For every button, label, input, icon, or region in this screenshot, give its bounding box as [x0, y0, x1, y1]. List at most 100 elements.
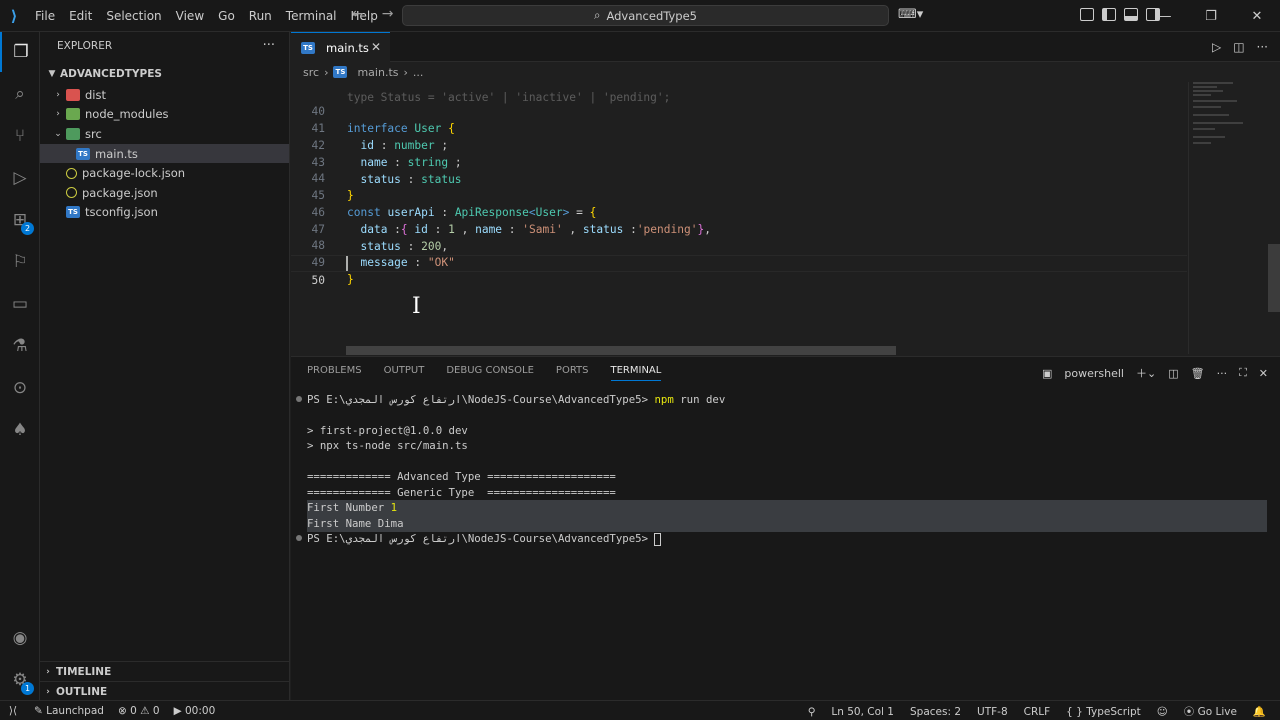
- remote-icon[interactable]: ⟩⟨: [0, 701, 26, 720]
- code-editor[interactable]: type Status = 'active' | 'inactive' | 'p…: [291, 82, 1187, 354]
- code-line: 47 status : 200,: [291, 205, 1187, 253]
- tree-item-label: package-lock.json: [82, 166, 186, 181]
- notifications-bell-icon[interactable]: 🔔: [1253, 705, 1266, 718]
- code-line: 46 data :{ id : 1 , name : 'Sami' , stat…: [291, 188, 1187, 236]
- terminal-cursor: [654, 532, 662, 546]
- tree-item-dist[interactable]: › dist: [40, 85, 289, 105]
- encoding[interactable]: UTF-8: [977, 706, 1008, 718]
- minimap[interactable]: [1188, 82, 1268, 354]
- breadcrumb: src › TS main.ts › ...: [291, 62, 423, 82]
- vertical-scrollbar[interactable]: [1268, 244, 1280, 312]
- tab-debug-console[interactable]: DEBUG CONSOLE: [446, 365, 534, 381]
- breadcrumb-file[interactable]: main.ts: [357, 66, 398, 79]
- menu-selection[interactable]: Selection: [99, 9, 168, 23]
- close-panel-icon[interactable]: ✕: [1259, 367, 1268, 380]
- terminal-line-prompt[interactable]: PS E:\ارتفاع كورس المجدي\NodeJS-Course\A…: [307, 531, 662, 547]
- line-number: 50: [311, 273, 325, 287]
- trash-icon[interactable]: 🗑: [1191, 367, 1205, 380]
- outline-section[interactable]: › OUTLINE: [40, 681, 290, 701]
- tab-problems[interactable]: PROBLEMS: [307, 365, 362, 381]
- location-icon[interactable]: ⚲: [808, 706, 816, 718]
- tree-item-main-ts[interactable]: TS main.ts: [40, 143, 289, 164]
- line-ending[interactable]: CRLF: [1024, 706, 1051, 718]
- toggle-primary-sidebar-icon[interactable]: [1102, 8, 1116, 21]
- timeline-label: TIMELINE: [56, 665, 112, 678]
- explorer-icon[interactable]: ❐: [0, 32, 40, 72]
- broadcast-icon: ⦿: [1183, 706, 1198, 718]
- status-bar: ⟩⟨ ✎ Launchpad ⊗ 0 ⚠ 0 ▶ 00:00 ⚲ Ln 50, …: [0, 700, 1280, 720]
- code-line-current: 50: [291, 255, 1187, 287]
- shell-name[interactable]: powershell: [1064, 367, 1124, 380]
- split-terminal-icon[interactable]: ◫: [1168, 367, 1178, 380]
- more-actions-icon[interactable]: ···: [263, 38, 275, 53]
- problems-item[interactable]: ⊗ 0 ⚠ 0: [118, 705, 160, 717]
- workspace-folder[interactable]: ▼ ADVANCEDTYPES: [40, 63, 289, 85]
- tab-main-ts[interactable]: TS main.ts ✕: [291, 32, 390, 62]
- split-editor-icon[interactable]: ◫: [1233, 40, 1244, 54]
- terminal-line: PS E:\ارتفاع كورس المجدي\NodeJS-Course\A…: [307, 393, 726, 406]
- account-icon[interactable]: ◉: [0, 618, 40, 658]
- code-line: 43 status : status: [291, 138, 1187, 186]
- run-file-icon[interactable]: ▷: [1212, 40, 1221, 54]
- tree-item-package-json[interactable]: package.json: [40, 183, 289, 203]
- search-icon[interactable]: ⌕: [0, 74, 40, 114]
- tab-output[interactable]: OUTPUT: [384, 365, 425, 381]
- braces-icon: { }: [1066, 705, 1087, 718]
- git-graph-icon[interactable]: ⊙: [0, 368, 40, 408]
- folder-icon[interactable]: ▭: [0, 284, 40, 324]
- timer-item[interactable]: ▶ 00:00: [174, 705, 216, 717]
- tree-item-src[interactable]: ⌄ src: [40, 124, 289, 144]
- extensions-icon[interactable]: ⊞ 2: [0, 200, 40, 240]
- mongodb-leaf-icon[interactable]: ♠: [0, 410, 40, 450]
- search-text: AdvancedType5: [606, 8, 697, 23]
- breadcrumb-folder[interactable]: src: [303, 66, 319, 79]
- tree-item-tsconfig[interactable]: TS tsconfig.json: [40, 203, 289, 223]
- run-debug-icon[interactable]: ▷: [0, 158, 40, 198]
- terminal-line-selected: First Number 1: [307, 500, 1267, 516]
- menu-view[interactable]: View: [169, 9, 211, 23]
- new-terminal-icon[interactable]: ＋⌄: [1136, 365, 1156, 381]
- tsconfig-file-icon: TS: [66, 206, 80, 219]
- more-actions-icon[interactable]: ···: [1217, 367, 1228, 380]
- testing-icon[interactable]: ⚗: [0, 326, 40, 366]
- command-decoration-dot: [296, 396, 302, 402]
- customize-layout-icon[interactable]: [1080, 8, 1094, 21]
- copilot-icon[interactable]: ⌨▾: [898, 7, 923, 22]
- settings-gear-icon[interactable]: ⚙ 1: [0, 660, 40, 700]
- chevron-down-icon: ▼: [48, 69, 56, 79]
- close-tab-icon[interactable]: ✕: [371, 40, 381, 54]
- menu-go[interactable]: Go: [211, 9, 242, 23]
- horizontal-scrollbar[interactable]: [346, 346, 896, 355]
- forward-arrow-icon[interactable]: →: [382, 6, 394, 22]
- copilot-status-icon[interactable]: ☺: [1157, 706, 1168, 718]
- menu-terminal[interactable]: Terminal: [279, 9, 344, 23]
- more-actions-icon[interactable]: ···: [1257, 40, 1268, 54]
- minimize-icon[interactable]: —: [1142, 0, 1188, 32]
- restore-icon[interactable]: ❐: [1188, 0, 1234, 32]
- terminal-line: ============= Generic Type =============…: [307, 486, 616, 499]
- indentation[interactable]: Spaces: 2: [910, 706, 961, 718]
- tree-item-package-lock[interactable]: package-lock.json: [40, 163, 289, 183]
- back-arrow-icon[interactable]: ←: [352, 6, 364, 22]
- code-line: 49 }: [291, 238, 1187, 286]
- tree-item-node-modules[interactable]: › node_modules: [40, 105, 289, 125]
- tab-ports[interactable]: PORTS: [556, 365, 589, 381]
- language-mode[interactable]: { } TypeScript: [1066, 706, 1141, 718]
- command-center-search[interactable]: ⌕ AdvancedType5: [402, 5, 889, 26]
- maximize-panel-icon[interactable]: ⛶: [1239, 366, 1247, 380]
- launchpad-item[interactable]: ✎ Launchpad: [34, 705, 104, 717]
- terminal-line: > npx ts-node src/main.ts: [307, 439, 468, 452]
- breadcrumb-more[interactable]: ...: [413, 66, 424, 79]
- terminal-line: > first-project@1.0.0 dev: [307, 424, 468, 437]
- tab-terminal[interactable]: TERMINAL: [610, 365, 662, 381]
- bookmark-icon[interactable]: ⚐: [0, 242, 40, 282]
- menu-edit[interactable]: Edit: [62, 9, 99, 23]
- menu-file[interactable]: File: [28, 9, 62, 23]
- source-control-icon[interactable]: ⑂: [0, 116, 40, 156]
- toggle-panel-icon[interactable]: [1124, 8, 1138, 21]
- go-live-item[interactable]: ⦿ Go Live: [1184, 704, 1237, 719]
- menu-run[interactable]: Run: [242, 9, 279, 23]
- cursor-position[interactable]: Ln 50, Col 1: [831, 706, 894, 718]
- timeline-section[interactable]: › TIMELINE: [40, 661, 290, 681]
- close-window-icon[interactable]: ✕: [1234, 0, 1280, 32]
